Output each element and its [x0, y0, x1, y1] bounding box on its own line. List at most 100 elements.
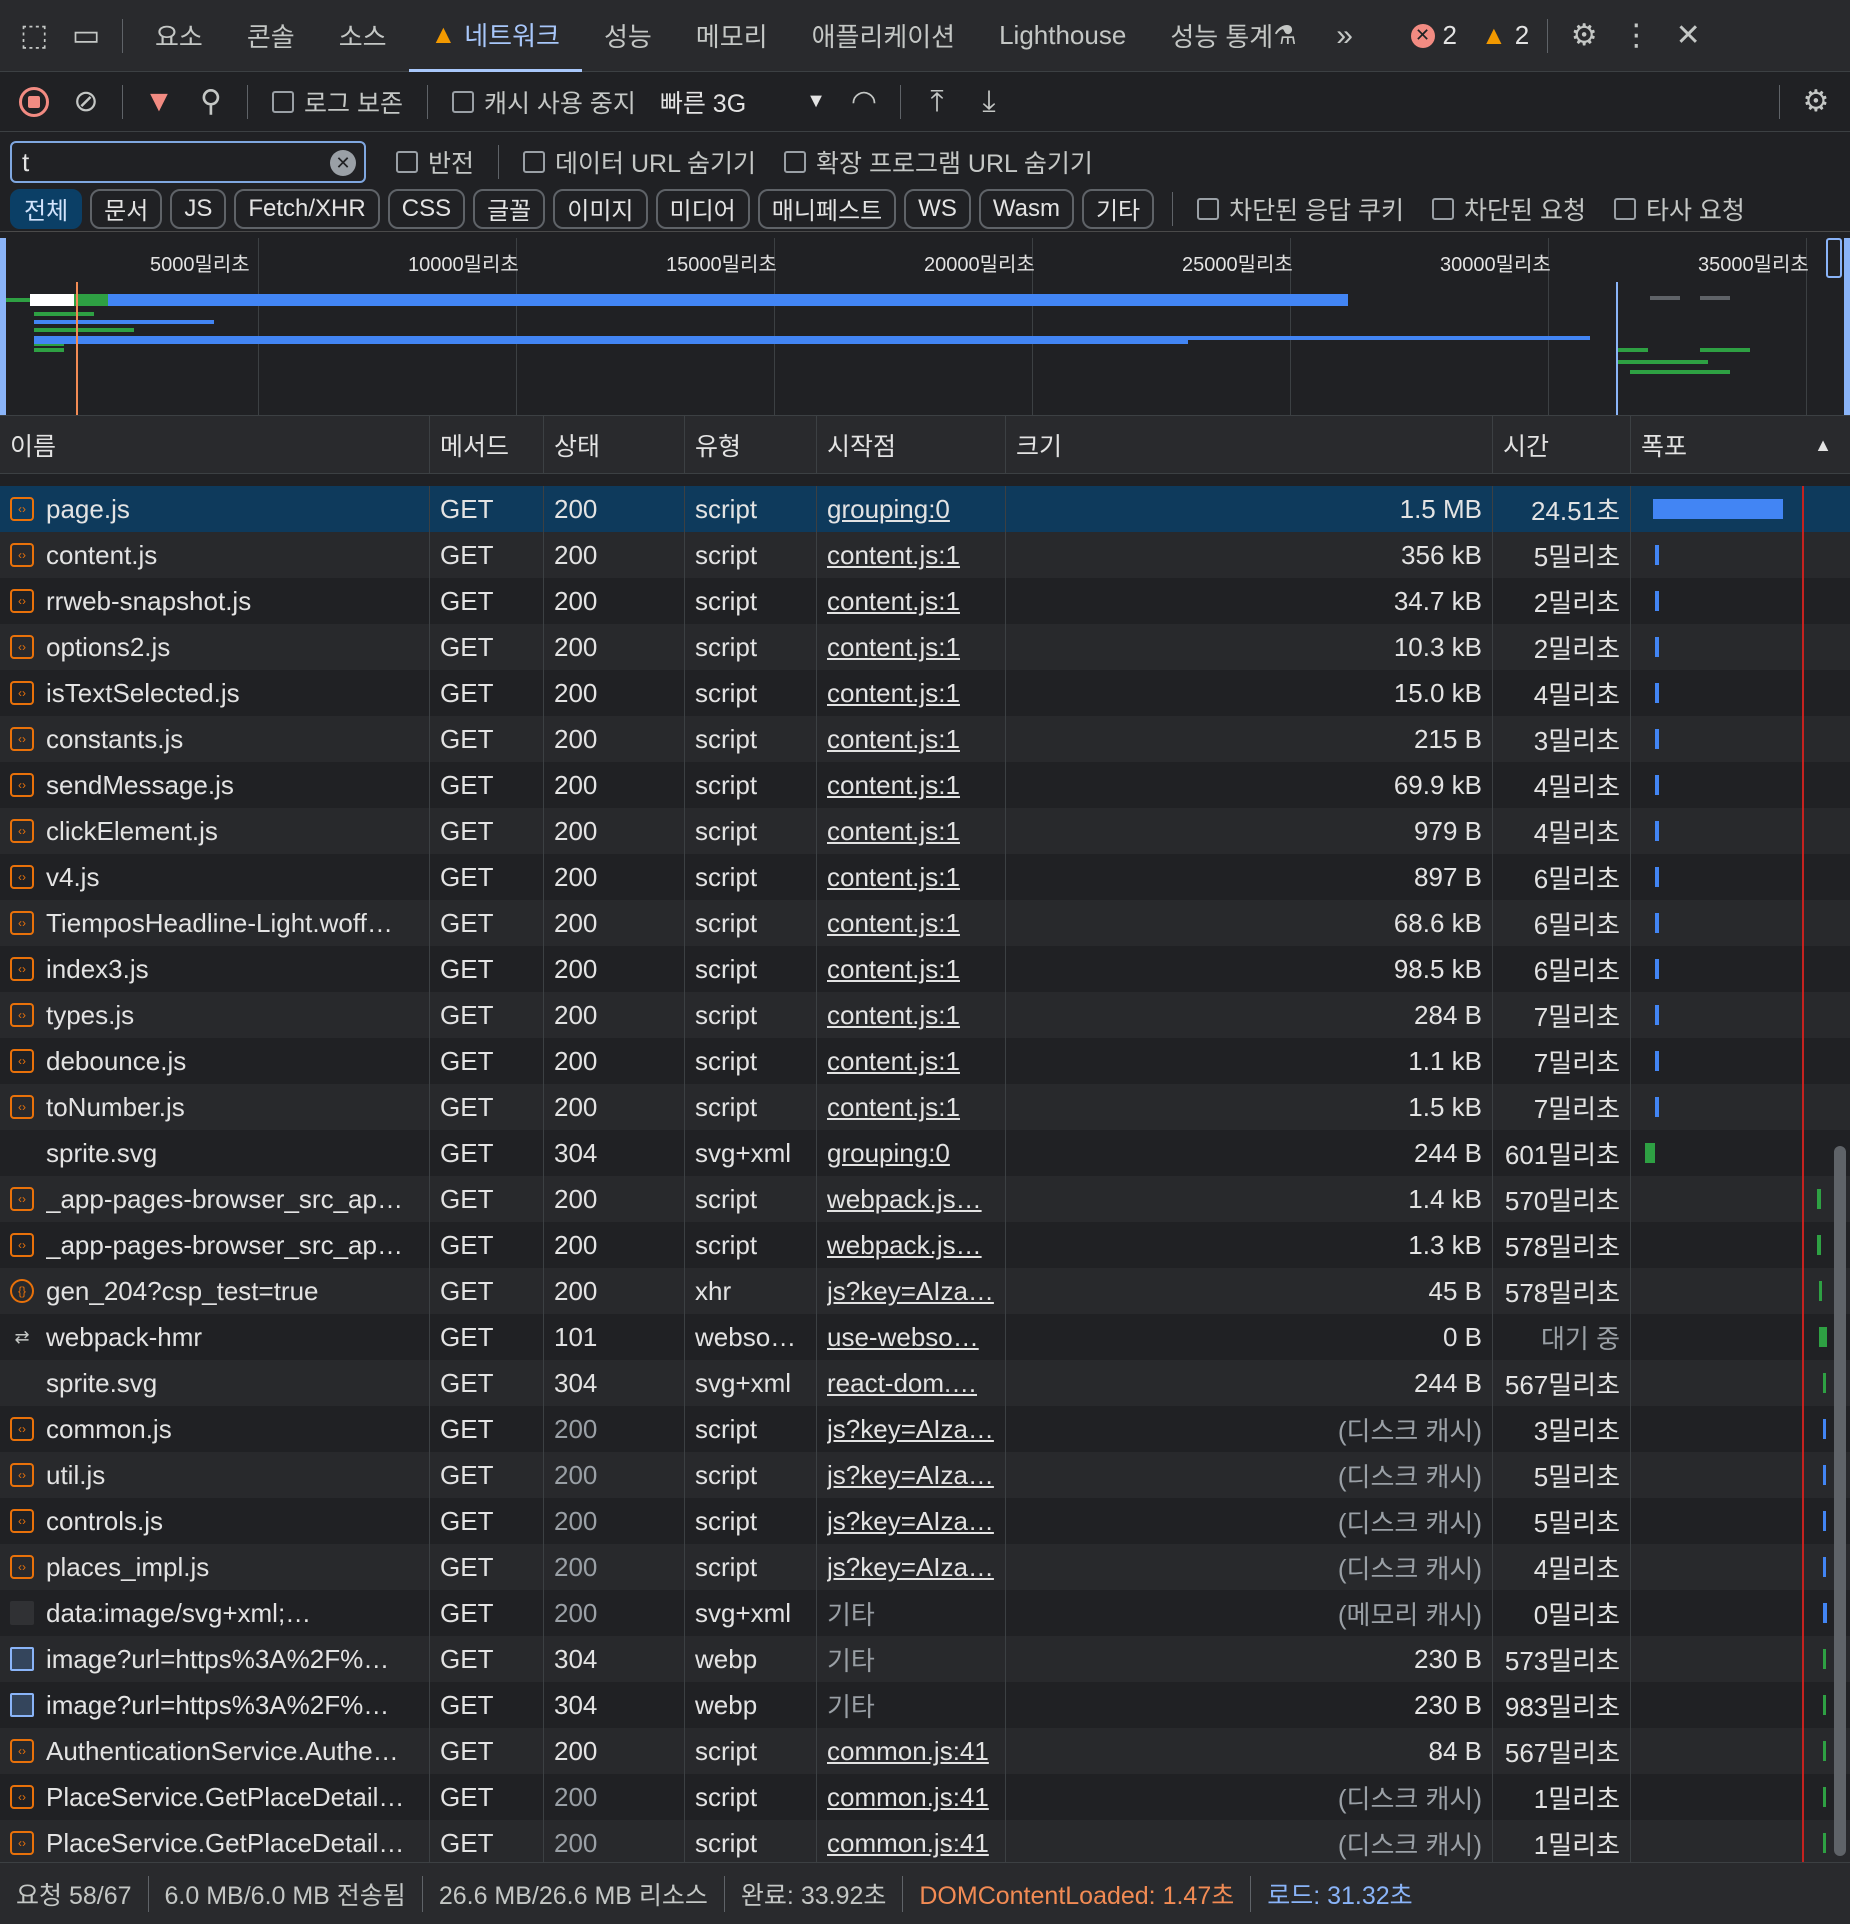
cell-initiator-text[interactable]: content.js:1 — [827, 862, 960, 893]
cell-initiator-text[interactable]: common.js:41 — [827, 1828, 989, 1859]
import-har-icon[interactable]: ⤒ — [911, 76, 963, 128]
table-row[interactable]: ‹› _app-pages-browser_src_ap… GET 200 script… — [0, 1176, 1850, 1222]
checkbox-box[interactable] — [396, 151, 418, 173]
type-filter-6[interactable]: 이미지 — [553, 188, 648, 229]
clear-filter-icon[interactable]: ✕ — [330, 150, 356, 176]
table-row[interactable]: ‹› rrweb-snapshot.js GET 200 script content.j… — [0, 578, 1850, 624]
tab-3[interactable]: ▲ 네트워크 — [408, 0, 582, 72]
cell-initiator-text[interactable]: content.js:1 — [827, 724, 960, 755]
tab-4[interactable]: 성능 — [582, 0, 674, 72]
table-row[interactable]: ‹› isTextSelected.js GET 200 script content.j… — [0, 670, 1850, 716]
cell-initiator-text[interactable]: content.js:1 — [827, 1046, 960, 1077]
cell-initiator-text[interactable]: webpack.js… — [827, 1230, 982, 1261]
column-header-waterfall[interactable]: 폭포 ▲ — [1631, 416, 1850, 474]
checkbox-box[interactable] — [451, 90, 474, 113]
hide-data-urls-checkbox[interactable]: 데이터 URL 숨기기 — [523, 144, 756, 180]
tab-5[interactable]: 메모리 — [674, 0, 790, 72]
cell-initiator-text[interactable]: grouping:0 — [827, 1138, 950, 1169]
table-row[interactable]: ‹› PlaceService.GetPlaceDetail… GET 200 scri… — [0, 1820, 1850, 1862]
checkbox-box[interactable] — [1197, 197, 1220, 220]
export-har-icon[interactable]: ⤓ — [963, 76, 1015, 128]
checkbox-box[interactable] — [784, 151, 806, 173]
table-row[interactable]: ‹› places_impl.js GET 200 script js?key=AIza…… — [0, 1544, 1850, 1590]
type-filter-7[interactable]: 미디어 — [655, 188, 750, 229]
table-row[interactable]: ‹› page.js GET 200 script grouping:0 1.5 MB 24.… — [0, 486, 1850, 532]
invert-checkbox[interactable]: 반전 — [396, 144, 474, 180]
cell-initiator-text[interactable]: js?key=AIza… — [827, 1506, 994, 1537]
type-filter-8[interactable]: 매니페스트 — [757, 188, 897, 229]
table-row[interactable]: ‹› AuthenticationService.Authe… GET 200 scri… — [0, 1728, 1850, 1774]
filter-icon[interactable]: ▼ — [133, 76, 185, 128]
checkbox-box[interactable] — [523, 151, 546, 173]
table-row[interactable]: sprite.svg GET 304 svg+xml react-dom.… 244 B 5… — [0, 1360, 1850, 1406]
table-row[interactable]: image?url=https%3A%2F%… GET 304 webp 기타 230 B… — [0, 1682, 1850, 1728]
cell-initiator-text[interactable]: js?key=AIza… — [827, 1460, 994, 1491]
type-filter-5[interactable]: 글꼴 — [473, 188, 546, 229]
network-overview-timeline[interactable]: 5000밀리초 10000밀리초 15000밀리초 20000밀리초 25000밀리초 3… — [0, 238, 1850, 416]
settings-gear-icon[interactable]: ⚙ — [1558, 10, 1610, 62]
column-header-initiator[interactable]: 시작점 — [817, 416, 1006, 474]
table-row[interactable]: ‹› clickElement.js GET 200 script content.js:… — [0, 808, 1850, 854]
column-header-method[interactable]: 메서드 — [430, 416, 544, 474]
device-toolbar-icon[interactable]: ▭ — [60, 10, 112, 62]
column-header-type[interactable]: 유형 — [685, 416, 817, 474]
table-row[interactable]: ‹› options2.js GET 200 script content.js:1 10.… — [0, 624, 1850, 670]
cell-initiator-text[interactable]: webpack.js… — [827, 1184, 982, 1215]
network-settings-icon[interactable]: ⚙ — [1790, 76, 1842, 128]
table-row[interactable]: ‹› TiemposHeadline-Light.woff… GET 200 scrip… — [0, 900, 1850, 946]
table-row[interactable]: ‹› constants.js GET 200 script content.js:1 21… — [0, 716, 1850, 762]
table-row[interactable]: data:image/svg+xml;… GET 200 svg+xml 기타 (메모리 … — [0, 1590, 1850, 1636]
tab-2[interactable]: 소스 — [317, 0, 409, 72]
table-row[interactable]: ‹› index3.js GET 200 script content.js:1 98.5 … — [0, 946, 1850, 992]
tab-7[interactable]: Lighthouse — [977, 0, 1148, 72]
cell-initiator-text[interactable]: content.js:1 — [827, 540, 960, 571]
overview-right-handle[interactable] — [1826, 238, 1842, 278]
column-header-status[interactable]: 상태 — [544, 416, 685, 474]
checkbox-box[interactable] — [1432, 197, 1455, 220]
type-filter-2[interactable]: JS — [170, 188, 227, 229]
blocked-cookies-checkbox[interactable]: 차단된 응답 쿠키 — [1197, 191, 1404, 227]
table-row[interactable]: ‹› debounce.js GET 200 script content.js:1 1.1… — [0, 1038, 1850, 1084]
cell-initiator-text[interactable]: content.js:1 — [827, 586, 960, 617]
filter-input[interactable]: t ✕ — [10, 141, 366, 183]
disable-cache-checkbox[interactable]: 캐시 사용 중지 — [451, 84, 636, 120]
column-header-time[interactable]: 시간 — [1493, 416, 1631, 474]
type-filter-3[interactable]: Fetch/XHR — [234, 188, 380, 229]
cell-initiator-text[interactable]: content.js:1 — [827, 770, 960, 801]
hide-extension-urls-checkbox[interactable]: 확장 프로그램 URL 숨기기 — [784, 144, 1093, 180]
type-filter-4[interactable]: CSS — [387, 188, 466, 229]
table-row[interactable]: ‹› util.js GET 200 script js?key=AIza… (디스크 캐시… — [0, 1452, 1850, 1498]
cell-initiator-text[interactable]: common.js:41 — [827, 1736, 989, 1767]
tab-0[interactable]: 요소 — [133, 0, 225, 72]
cell-initiator-text[interactable]: content.js:1 — [827, 908, 960, 939]
more-tabs-icon[interactable]: » — [1319, 10, 1371, 62]
cell-initiator-text[interactable]: grouping:0 — [827, 494, 950, 525]
column-header-name[interactable]: 이름 — [0, 416, 430, 474]
cell-initiator-text[interactable]: content.js:1 — [827, 678, 960, 709]
table-row[interactable]: ‹› v4.js GET 200 script content.js:1 897 B 6밀리초 — [0, 854, 1850, 900]
cell-initiator-text[interactable]: content.js:1 — [827, 1000, 960, 1031]
type-filter-10[interactable]: Wasm — [978, 188, 1074, 229]
table-row[interactable]: {} gen_204?csp_test=true GET 200 xhr js?key=A… — [0, 1268, 1850, 1314]
table-row[interactable]: sprite.svg GET 304 svg+xml grouping:0 244 B 60… — [0, 1130, 1850, 1176]
throttling-select[interactable]: 빠른 3G ▼ — [660, 84, 826, 120]
kebab-menu-icon[interactable]: ⋮ — [1610, 10, 1662, 62]
tab-1[interactable]: 콘솔 — [225, 0, 317, 72]
checkbox-box[interactable] — [1613, 197, 1636, 220]
clear-icon[interactable]: ⊘ — [60, 76, 112, 128]
cell-initiator-text[interactable]: js?key=AIza… — [827, 1276, 994, 1307]
table-row[interactable]: ‹› sendMessage.js GET 200 script content.js:1… — [0, 762, 1850, 808]
cell-initiator-text[interactable]: content.js:1 — [827, 1092, 960, 1123]
type-filter-9[interactable]: WS — [904, 188, 971, 229]
table-row[interactable]: ‹› _app-pages-browser_src_ap… GET 200 script… — [0, 1222, 1850, 1268]
search-icon[interactable]: ⚲ — [185, 76, 237, 128]
table-row[interactable]: ‹› PlaceService.GetPlaceDetail… GET 200 scri… — [0, 1774, 1850, 1820]
third-party-checkbox[interactable]: 타사 요청 — [1613, 191, 1745, 227]
cell-initiator-text[interactable]: react-dom.… — [827, 1368, 977, 1399]
checkbox-box[interactable] — [272, 90, 294, 113]
table-row[interactable]: ‹› common.js GET 200 script js?key=AIza… (디스크 … — [0, 1406, 1850, 1452]
type-filter-11[interactable]: 기타 — [1081, 188, 1155, 229]
preserve-log-checkbox[interactable]: 로그 보존 — [272, 84, 403, 120]
column-header-size[interactable]: 크기 — [1006, 416, 1493, 474]
overview-left-handle[interactable] — [0, 238, 6, 415]
